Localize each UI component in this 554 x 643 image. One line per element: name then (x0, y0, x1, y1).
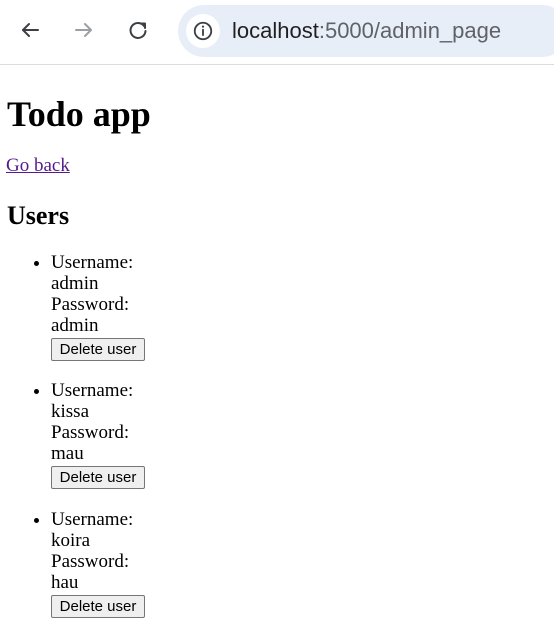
password-label: Password: (51, 551, 130, 572)
password-value: mau (51, 443, 84, 464)
arrow-left-icon (22, 23, 39, 37)
bullet-icon (34, 261, 39, 266)
url-text[interactable]: localhost:5000/admin_page (232, 19, 501, 43)
reload-icon (129, 21, 147, 39)
password-label: Password: (51, 294, 130, 315)
browser-toolbar: localhost:5000/admin_page (0, 0, 554, 65)
username-value: koira (51, 530, 91, 551)
password-value: admin (51, 315, 99, 336)
forward-button[interactable] (66, 12, 102, 48)
password-value: hau (51, 572, 79, 593)
arrow-right-icon (75, 23, 92, 37)
username-value: kissa (51, 401, 89, 422)
username-label: Username: (51, 509, 134, 530)
delete-user-button[interactable]: Delete user (51, 466, 145, 489)
info-icon (193, 21, 213, 41)
back-button[interactable] (12, 12, 48, 48)
page-content: Todo app Go back Users Username: admin P… (0, 66, 554, 643)
delete-user-button[interactable]: Delete user (51, 338, 145, 361)
reload-button[interactable] (120, 12, 156, 48)
bullet-icon (34, 389, 39, 394)
user-list-item: Username: admin Password: admin Delete u… (0, 252, 554, 362)
url-path: :5000/admin_page (318, 18, 502, 43)
password-label: Password: (51, 422, 130, 443)
user-list-item: Username: kissa Password: mau Delete use… (0, 380, 554, 490)
site-info-button[interactable] (186, 14, 220, 48)
users-heading: Users (7, 201, 70, 230)
username-label: Username: (51, 252, 134, 273)
username-label: Username: (51, 380, 134, 401)
user-list-item: Username: koira Password: hau Delete use… (0, 509, 554, 619)
username-value: admin (51, 273, 99, 294)
go-back-link[interactable]: Go back (6, 155, 70, 177)
bullet-icon (34, 518, 39, 523)
delete-user-button[interactable]: Delete user (51, 595, 145, 618)
address-bar[interactable]: localhost:5000/admin_page (178, 5, 554, 57)
url-host: localhost (232, 18, 319, 43)
page-title: Todo app (7, 94, 151, 134)
